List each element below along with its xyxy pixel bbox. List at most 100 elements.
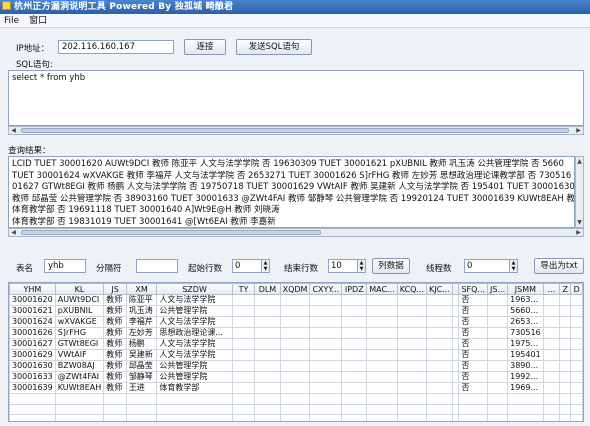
table-cell[interactable] bbox=[279, 393, 311, 405]
table-cell[interactable] bbox=[559, 403, 572, 416]
table-cell[interactable] bbox=[309, 360, 343, 372]
table-cell[interactable] bbox=[559, 382, 572, 394]
table-cell[interactable] bbox=[366, 305, 398, 317]
table-cell[interactable] bbox=[156, 393, 233, 405]
threads-spinner[interactable]: 0 ▲ ▼ bbox=[464, 259, 518, 273]
column-header[interactable]: JS bbox=[103, 283, 127, 295]
table-cell[interactable]: 教师 bbox=[103, 360, 127, 372]
table-cell[interactable] bbox=[341, 349, 368, 361]
table-cell[interactable] bbox=[570, 414, 583, 421]
scroll-left-icon[interactable]: ◀ bbox=[9, 127, 18, 134]
table-cell[interactable] bbox=[487, 371, 509, 383]
table-cell[interactable] bbox=[54, 414, 105, 421]
table-cell[interactable]: 体育教学部 bbox=[156, 382, 233, 394]
list-data-button[interactable]: 列数据 bbox=[372, 258, 410, 274]
table-cell[interactable] bbox=[570, 360, 583, 372]
table-cell[interactable] bbox=[9, 414, 56, 421]
table-cell[interactable] bbox=[487, 316, 509, 328]
spinner-arrows-icon[interactable]: ▲ ▼ bbox=[261, 260, 269, 272]
table-cell[interactable]: 否 bbox=[458, 360, 489, 372]
table-cell[interactable] bbox=[542, 316, 561, 328]
table-cell[interactable] bbox=[570, 371, 583, 383]
table-cell[interactable]: 1975... bbox=[507, 338, 544, 350]
table-row[interactable]: 30001627 GTWt8EGI 教师 杨鹏 人文与法学学院 否 1975... bbox=[9, 338, 583, 350]
table-row[interactable]: 30001639 KUWt8EAH 教师 王进 体育教学部 否 1969... bbox=[9, 382, 583, 394]
data-grid[interactable]: YHM KL JS XM SZDW TY DLM XQDM CXYY... IPDZ MAC... K… bbox=[8, 282, 584, 422]
table-row[interactable]: 30001633 @ZWt4FAI 教师 邹静琴 公共管理学院 否 1992... bbox=[9, 371, 583, 383]
table-cell[interactable] bbox=[542, 360, 561, 372]
table-cell[interactable] bbox=[542, 294, 561, 306]
table-cell[interactable] bbox=[487, 327, 509, 339]
table-cell[interactable] bbox=[341, 305, 368, 317]
table-cell[interactable]: 2653... bbox=[507, 316, 544, 328]
table-row[interactable]: 30001626 S]rFHG 教师 左妙芳 思想政治理论课... 否 730516 bbox=[9, 327, 583, 339]
table-cell[interactable] bbox=[341, 382, 368, 394]
table-cell[interactable] bbox=[487, 393, 509, 405]
table-cell[interactable] bbox=[309, 393, 343, 405]
end-row-spinner[interactable]: 10 ▲ ▼ bbox=[328, 259, 366, 273]
table-cell[interactable] bbox=[559, 294, 572, 306]
column-header[interactable]: XQDM bbox=[279, 283, 311, 295]
table-cell[interactable] bbox=[426, 414, 453, 421]
menu-file[interactable]: File bbox=[4, 16, 19, 26]
table-cell[interactable] bbox=[366, 393, 398, 405]
table-cell[interactable] bbox=[103, 393, 127, 405]
table-cell[interactable] bbox=[487, 403, 509, 416]
table-cell[interactable] bbox=[396, 371, 428, 383]
table-cell[interactable]: 30001639 bbox=[9, 382, 56, 394]
scroll-right-icon[interactable]: ▶ bbox=[574, 229, 583, 236]
table-cell[interactable] bbox=[396, 393, 428, 405]
table-cell[interactable] bbox=[231, 305, 256, 317]
table-cell[interactable] bbox=[559, 305, 572, 317]
table-cell[interactable]: 思想政治理论课... bbox=[156, 327, 233, 339]
table-cell[interactable] bbox=[570, 294, 583, 306]
result-horizontal-scrollbar[interactable]: ◀ ▶ bbox=[8, 228, 584, 237]
table-cell[interactable] bbox=[254, 305, 281, 317]
table-cell[interactable] bbox=[487, 349, 509, 361]
table-cell[interactable] bbox=[458, 403, 489, 416]
table-cell[interactable] bbox=[279, 316, 311, 328]
table-cell[interactable]: 人文与法学学院 bbox=[156, 294, 233, 306]
table-cell[interactable] bbox=[396, 316, 428, 328]
table-cell[interactable] bbox=[542, 349, 561, 361]
table-cell[interactable] bbox=[426, 371, 453, 383]
table-cell[interactable] bbox=[542, 382, 561, 394]
table-cell[interactable] bbox=[570, 327, 583, 339]
table-cell[interactable] bbox=[426, 327, 453, 339]
table-cell[interactable]: VWtAIF bbox=[54, 349, 105, 361]
table-cell[interactable]: 吴建新 bbox=[125, 349, 158, 361]
table-cell[interactable]: 否 bbox=[458, 327, 489, 339]
table-cell[interactable] bbox=[54, 403, 105, 416]
table-row[interactable] bbox=[9, 393, 583, 405]
table-cell[interactable]: 王进 bbox=[125, 382, 158, 394]
column-header[interactable]: JSMM bbox=[507, 283, 544, 295]
table-cell[interactable]: 否 bbox=[458, 294, 489, 306]
column-header[interactable]: TY bbox=[231, 283, 256, 295]
column-header[interactable]: JS... bbox=[487, 283, 509, 295]
table-cell[interactable] bbox=[254, 403, 281, 416]
table-cell[interactable] bbox=[254, 338, 281, 350]
table-row[interactable]: 30001629 VWtAIF 教师 吴建新 人文与法学学院 否 195401 bbox=[9, 349, 583, 361]
table-cell[interactable]: 教师 bbox=[103, 382, 127, 394]
table-cell[interactable] bbox=[426, 360, 453, 372]
table-cell[interactable] bbox=[279, 338, 311, 350]
separator-input[interactable] bbox=[136, 259, 178, 273]
table-cell[interactable]: @ZWt4FAI bbox=[54, 371, 105, 383]
table-cell[interactable] bbox=[125, 403, 158, 416]
table-cell[interactable]: 5660... bbox=[507, 305, 544, 317]
table-cell[interactable] bbox=[341, 371, 368, 383]
table-cell[interactable]: 30001621 bbox=[9, 305, 56, 317]
table-cell[interactable] bbox=[570, 305, 583, 317]
table-cell[interactable] bbox=[570, 338, 583, 350]
column-header[interactable]: YHM bbox=[9, 283, 56, 295]
table-cell[interactable] bbox=[231, 382, 256, 394]
table-cell[interactable] bbox=[570, 382, 583, 394]
table-cell[interactable]: 195401 bbox=[507, 349, 544, 361]
table-cell[interactable] bbox=[103, 403, 127, 416]
spinner-arrows-icon[interactable]: ▲ ▼ bbox=[357, 260, 365, 272]
table-cell[interactable]: 巩玉涛 bbox=[125, 305, 158, 317]
table-cell[interactable]: BZW08AJ bbox=[54, 360, 105, 372]
table-cell[interactable]: 教师 bbox=[103, 371, 127, 383]
table-cell[interactable] bbox=[231, 371, 256, 383]
table-cell[interactable] bbox=[366, 294, 398, 306]
